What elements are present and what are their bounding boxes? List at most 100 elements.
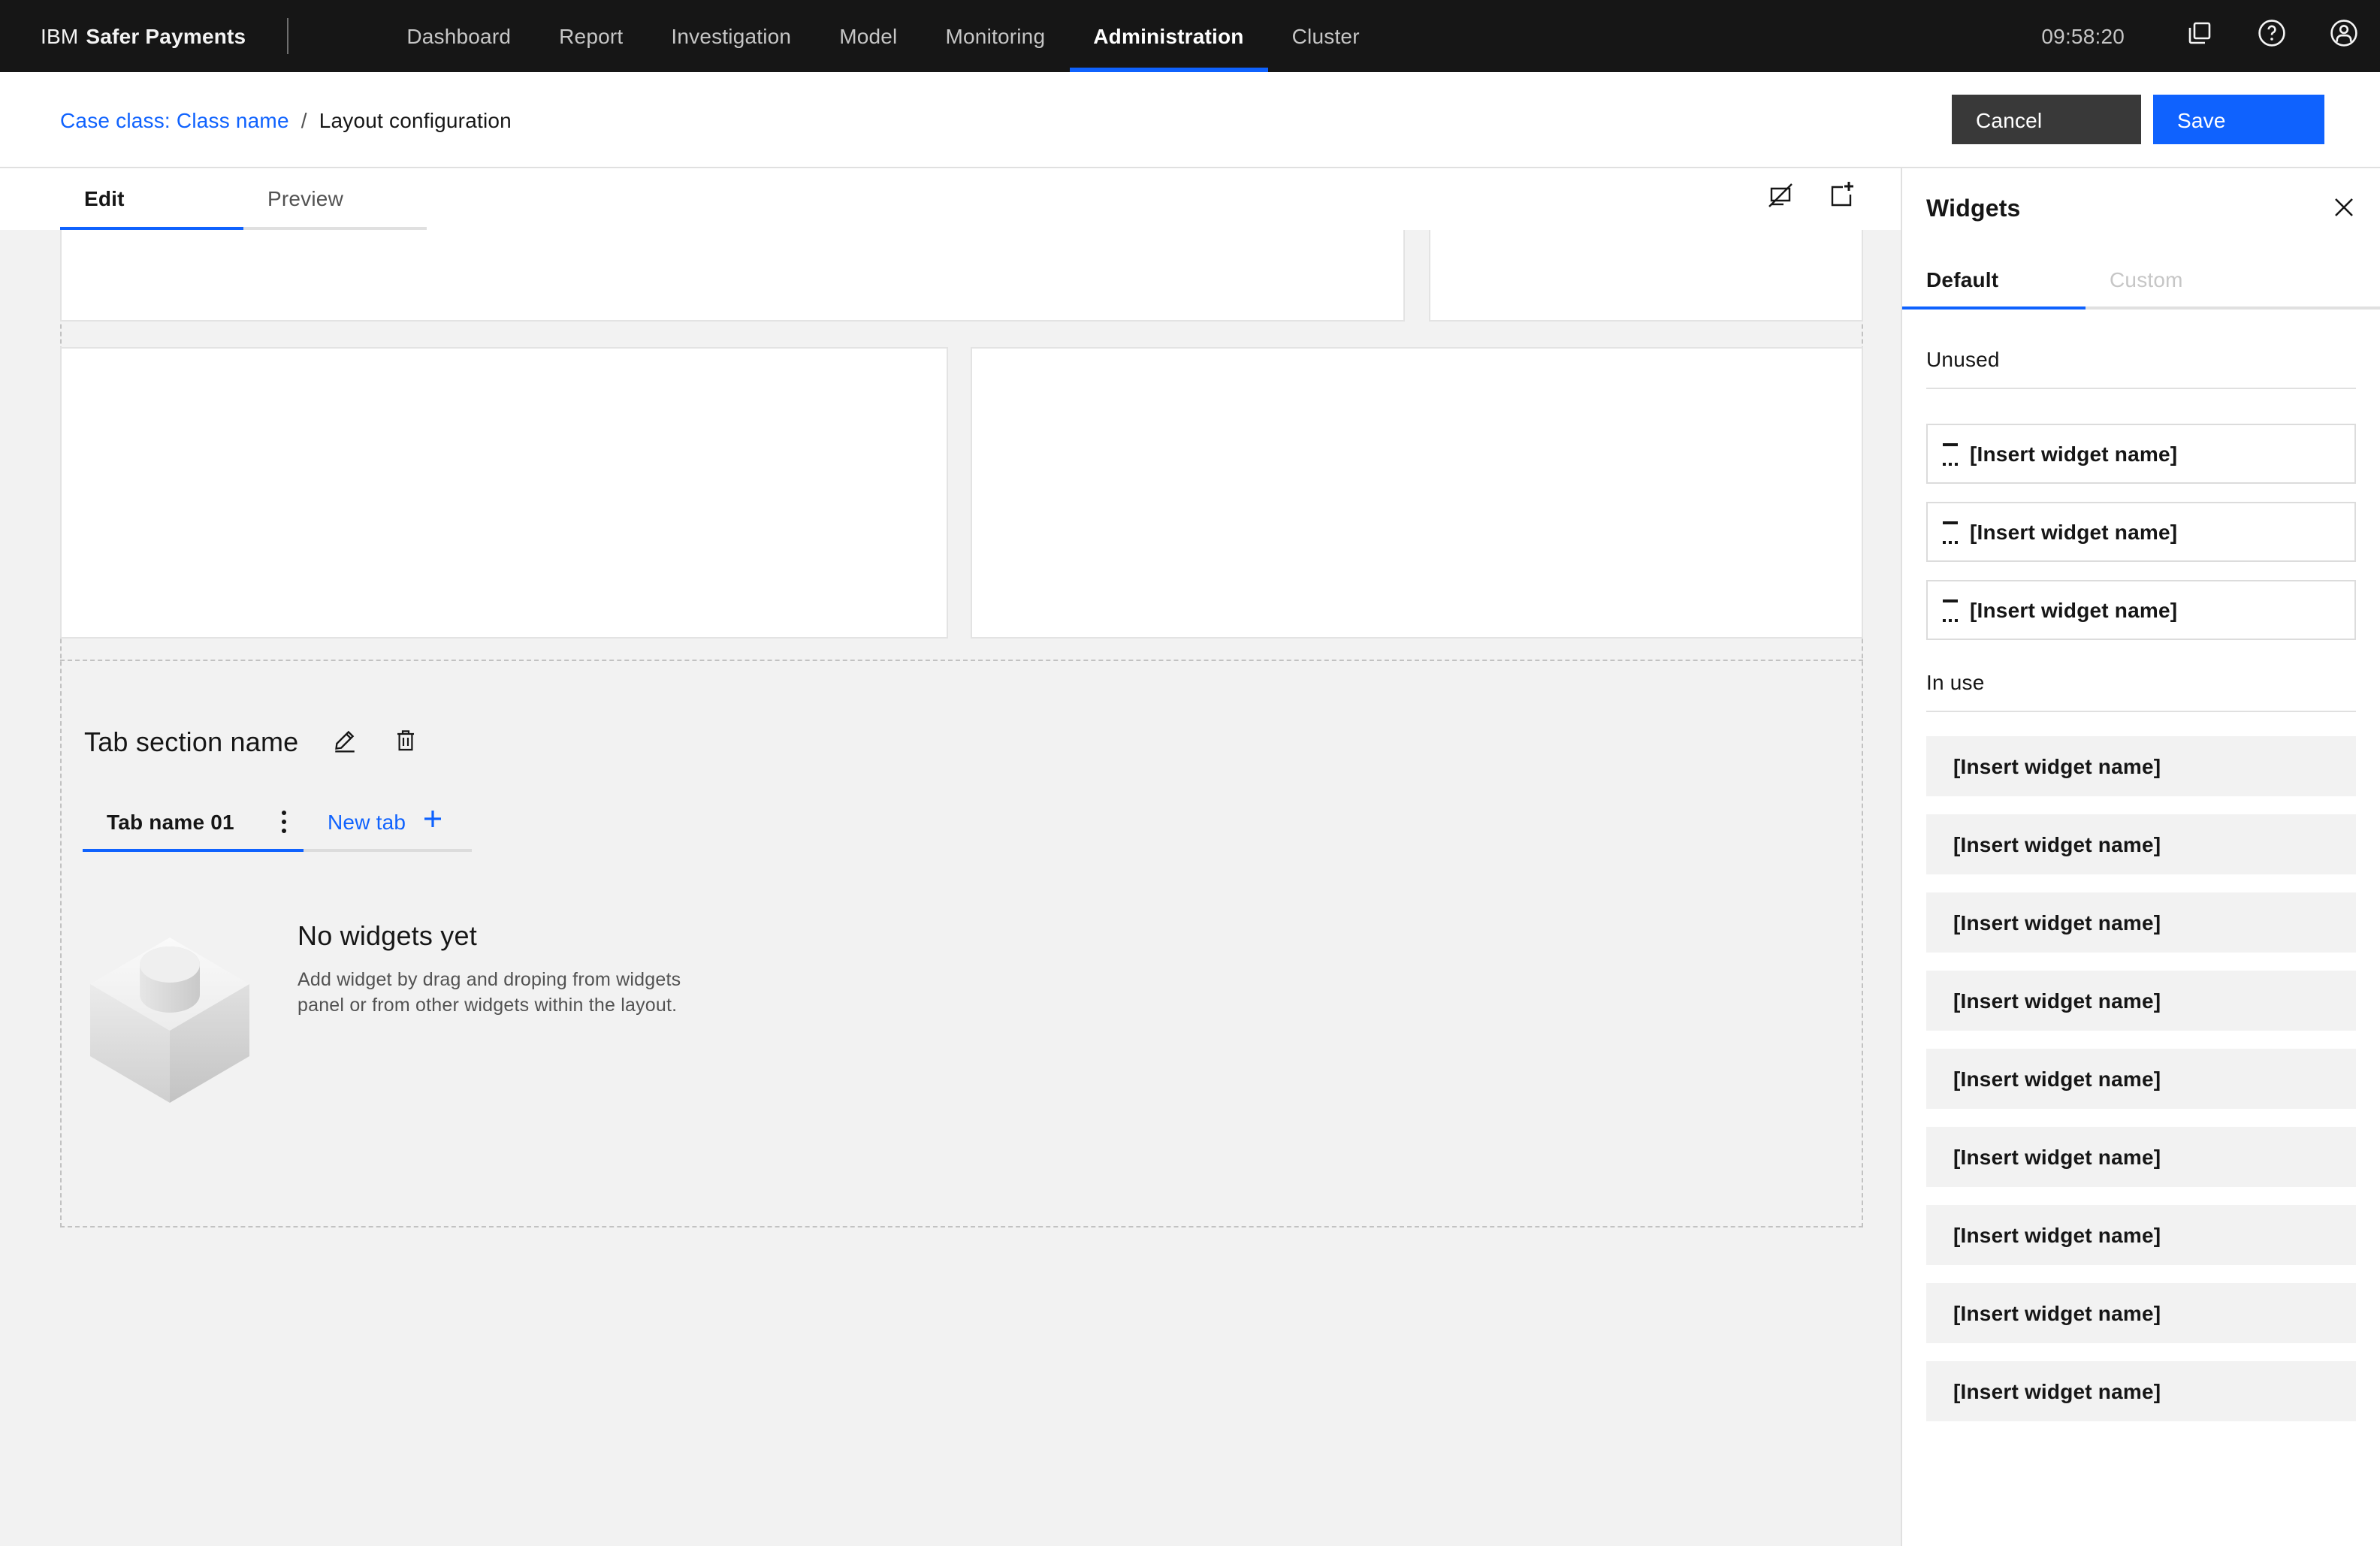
breadcrumb-separator: / [301,107,307,131]
widget-label: [Insert widget name] [1970,442,2178,466]
tab-name-01[interactable]: Tab name 01 [83,793,304,852]
delete-section-button[interactable] [391,729,418,756]
user-account-button[interactable] [2308,0,2380,72]
in-use-heading: In use [1926,670,2356,712]
in-use-widget-item[interactable]: [Insert widget name] [1926,1205,2356,1265]
rename-section-button[interactable] [331,729,358,756]
widget-label: [Insert widget name] [1953,989,2161,1013]
app-window: IBM Safer Payments Dashboard Report Inve… [0,0,2380,1546]
widget-label: [Insert widget name] [1953,1301,2161,1325]
empty-state: No widgets yet Add widget by drag and dr… [84,916,691,1103]
widget-label: [Insert widget name] [1953,1067,2161,1091]
widgets-panel: Widgets Default Custom Unused [Insert wi… [1901,168,2380,1546]
nav-item-administration[interactable]: Administration [1069,0,1268,72]
help-button[interactable] [2236,0,2308,72]
page-title: Layout configuration [319,107,512,131]
tab-default-widgets[interactable]: Default [1902,252,2086,310]
drag-handle-icon[interactable] [1943,521,1958,543]
nav-item-investigation[interactable]: Investigation [647,0,815,72]
empty-state-text: No widgets yet Add widget by drag and dr… [298,921,691,1103]
widgets-panel-title: Widgets [1926,197,2021,222]
new-tab-label: New tab [328,809,406,833]
session-windows-button[interactable] [2164,0,2236,72]
edit-off-button[interactable] [1750,169,1811,229]
layout-canvas: Tab section name Tab name 01 New tab No … [0,230,1901,1546]
close-panel-button[interactable] [2314,180,2374,240]
widget-label: [Insert widget name] [1953,1145,2161,1169]
layout-editor: Edit Preview Tab section name Tab name 0… [0,168,1901,1546]
in-use-widget-item[interactable]: [Insert widget name] [1926,1361,2356,1421]
unused-widget-item[interactable]: [Insert widget name] [1926,502,2356,562]
close-icon [2333,196,2354,225]
duplicate-icon [2185,17,2215,55]
nav-right: 09:58:20 [2041,0,2380,72]
nav-item-model[interactable]: Model [815,0,921,72]
brand-prefix: IBM [41,24,79,48]
tabbar-icons [1750,168,1871,230]
new-tab-button[interactable]: New tab [304,793,472,852]
app-brand[interactable]: IBM Safer Payments [0,0,286,72]
tab-custom-widgets[interactable]: Custom [2086,252,2269,310]
trash-icon [393,726,417,759]
edit-pencil-icon [332,726,358,759]
save-button[interactable]: Save [2153,95,2324,144]
editor-tabbar: Edit Preview [0,168,1901,230]
content: Edit Preview Tab section name Tab name 0… [0,168,2380,1546]
empty-state-description: Add widget by drag and droping from widg… [298,969,681,1015]
widget-placeholder-box [1429,230,1863,322]
unused-widget-item[interactable]: [Insert widget name] [1926,424,2356,484]
widget-label: [Insert widget name] [1953,1379,2161,1403]
in-use-widget-item[interactable]: [Insert widget name] [1926,736,2356,796]
widget-placeholder-box [971,347,1863,639]
widget-label: [Insert widget name] [1953,910,2161,935]
add-section-button[interactable] [1811,169,1871,229]
clock: 09:58:20 [2041,24,2125,48]
page-header: Case class: Class name / Layout configur… [0,72,2380,168]
user-avatar-icon [2329,17,2359,55]
empty-state-title: No widgets yet [298,921,477,951]
in-use-widget-item[interactable]: [Insert widget name] [1926,814,2356,874]
unused-widget-list: [Insert widget name] [Insert widget name… [1926,424,2356,640]
widget-label: [Insert widget name] [1953,1223,2161,1247]
in-use-widget-item[interactable]: [Insert widget name] [1926,971,2356,1031]
plus-icon [422,808,443,834]
tab-section: Tab section name Tab name 01 New tab No … [60,660,1863,1227]
cancel-button[interactable]: Cancel [1952,95,2141,144]
widget-placeholder-box [60,230,1405,322]
edit-off-icon [1765,180,1796,218]
nav-item-monitoring[interactable]: Monitoring [922,0,1070,72]
widget-label: [Insert widget name] [1970,598,2178,622]
nav-menu: Dashboard Report Investigation Model Mon… [382,0,1383,72]
nav-item-cluster[interactable]: Cluster [1268,0,1384,72]
breadcrumb: Case class: Class name / Layout configur… [60,107,512,131]
drag-handle-icon[interactable] [1943,442,1958,465]
nav-divider [286,18,288,54]
widgets-panel-tabs: Default Custom [1902,252,2380,310]
tab-section-title: Tab section name [84,727,299,757]
tab-options-kebab-icon[interactable] [264,808,304,835]
in-use-widget-item[interactable]: [Insert widget name] [1926,1283,2356,1343]
tab-name-01-label: Tab name 01 [107,809,234,833]
top-nav: IBM Safer Payments Dashboard Report Inve… [0,0,2380,72]
tabs-filler [2269,252,2380,310]
brand-name: Safer Payments [86,24,246,48]
widgets-panel-body: Unused [Insert widget name] [Insert widg… [1902,310,2380,1546]
header-actions: Cancel Save [1952,95,2324,144]
in-use-widget-item[interactable]: [Insert widget name] [1926,1049,2356,1109]
unused-widget-item[interactable]: [Insert widget name] [1926,580,2356,640]
help-icon [2257,17,2287,55]
nav-item-report[interactable]: Report [535,0,647,72]
widget-label: [Insert widget name] [1970,520,2178,544]
widget-label: [Insert widget name] [1953,754,2161,778]
unused-heading: Unused [1926,347,2356,389]
breadcrumb-case-class-link[interactable]: Case class: Class name [60,107,289,131]
tab-edit[interactable]: Edit [60,168,243,230]
in-use-widget-item[interactable]: [Insert widget name] [1926,1127,2356,1187]
nav-item-dashboard[interactable]: Dashboard [382,0,535,72]
tab-preview[interactable]: Preview [243,168,427,230]
widgets-panel-header: Widgets [1902,168,2380,252]
widget-cube-illustration [84,916,255,1103]
drag-handle-icon[interactable] [1943,599,1958,621]
in-use-widget-item[interactable]: [Insert widget name] [1926,892,2356,953]
tab-section-header: Tab section name [84,727,1863,759]
